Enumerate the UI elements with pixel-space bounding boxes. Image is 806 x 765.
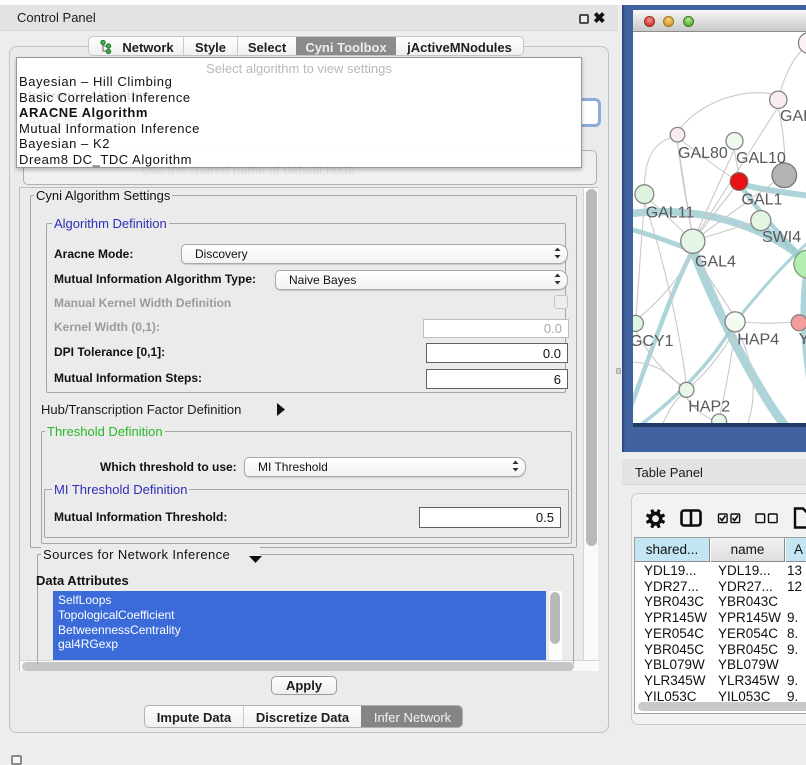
- svg-text:HAP4: HAP4: [737, 332, 779, 349]
- svg-text:GCY1: GCY1: [633, 333, 674, 350]
- svg-text:YM: YM: [799, 331, 806, 348]
- svg-text:GAL4: GAL4: [695, 254, 736, 271]
- svg-text:HAP2: HAP2: [688, 399, 730, 416]
- svg-text:GAL1: GAL1: [742, 192, 783, 209]
- svg-text:GAL7: GAL7: [780, 108, 806, 125]
- svg-text:GAL11: GAL11: [646, 205, 695, 222]
- svg-text:GAL10: GAL10: [736, 150, 786, 167]
- svg-text:GAL80: GAL80: [678, 145, 728, 162]
- svg-text:SWI4: SWI4: [762, 229, 801, 246]
